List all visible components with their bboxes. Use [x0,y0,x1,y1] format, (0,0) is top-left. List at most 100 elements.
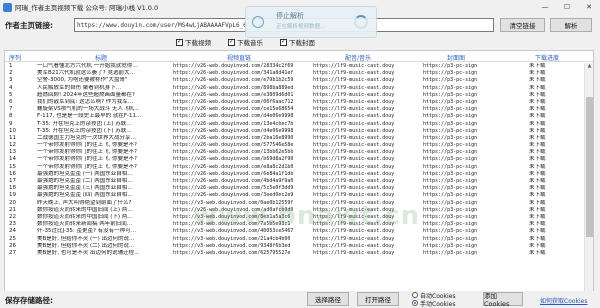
manual-cookies-label: 手动Cookies [420,300,456,308]
table-row[interactable]: 12 一个带你发射得你门的往上飞, 你要是不? https://v26-web.do… [5,142,593,149]
minimize-button[interactable]: — [534,0,556,14]
row-cover-url: https://p3-pc-sign [423,199,478,206]
row-music-url: https://lf9-music-east.douy [313,98,395,105]
select-path-button[interactable]: 选择路径 [307,292,349,306]
checkbox-checked-icon[interactable]: ✓ [280,38,287,46]
download-video-label: 下载视频 [185,39,211,47]
row-cover-url: https://p3-pc-sign [423,142,478,149]
table-row[interactable]: 4 人民解放军的自伤 聚看到机身下… https://v26-web.douyinv… [5,84,593,92]
checkbox-checked-icon[interactable]: ✓ [228,38,235,46]
header-music[interactable]: 配音/音乐 [345,53,371,62]
parse-button[interactable]: 解析 [550,18,592,32]
url-label: 作者主页链接: [5,21,53,30]
row-index: 23 [9,221,16,228]
row-progress: 未下载 [529,134,546,141]
row-cover-url: https://p3-pc-sign [423,163,478,170]
row-progress: 未下载 [529,185,546,192]
table-row[interactable]: 9 T-35: 开在坦克上的杂技团 (上) 苏联… https://v26-web.… [5,120,593,128]
row-progress: 未下载 [529,178,546,184]
row-music-url: https://lf9-music-east.douy [313,192,395,199]
row-title: 我们的敌军到底: 这怎么啊? 作为我军… [37,98,134,105]
row-title: 最强炮的坦克歪歪 (一) 两国东亚自相… [37,170,133,177]
row-music-url: https://lf9-music-east.douy [313,120,395,127]
table-row[interactable]: 6 我们的敌军到底: 这怎么啊? 作为我军… https://v26-web.dou… [5,98,593,106]
row-title: 一口气看懂北方六代机 一开始我就觉得… [37,63,138,69]
table-row[interactable]: 2 美军B21六代机就这么萎了? 竞选前大… https://v26-web.dou… [5,70,593,77]
row-index: 26 [9,242,16,249]
download-cover-checkbox[interactable]: ✓ 下载封面 [280,37,315,47]
maximize-button[interactable]: ☐ [556,0,578,14]
header-video-url[interactable]: 视频直链 [227,53,251,62]
scroll-thumb[interactable] [586,97,593,237]
header-cover[interactable]: 封面图 [447,53,465,62]
row-progress: 未下载 [529,242,546,249]
row-cover-url: https://p3-pc-sign [423,213,478,220]
toast-text[interactable]: 停止解析 [276,11,304,21]
header-index[interactable]: 序列 [9,53,29,62]
save-path-label: 保存存储路径: [5,296,53,305]
vertical-scrollbar[interactable]: ▲ ▼ [584,63,593,303]
radio-unchecked-icon[interactable] [412,292,418,298]
table-row[interactable]: 19 最强炮的坦克歪歪 (四) 两国东亚自相… https://v26-web.do… [5,192,593,199]
row-title: 最强炮的坦克歪歪 (三) 两国东亚自相… [37,185,133,192]
table-row[interactable]: 10 T-35: 开在坦克上的杂技团 (下) 苏联… https://v26-web… [5,128,593,135]
checkbox-checked-icon[interactable]: ✓ [176,38,183,46]
close-button[interactable]: ✕ [578,0,600,14]
parse-toast: 停止解析 正在解析视频数据... [245,6,377,38]
manual-cookies-radio[interactable]: 手动Cookies [412,299,456,308]
table-row[interactable]: 18 最强炮的坦克歪歪 (三) 两国东亚自相… https://v26-web.do… [5,185,593,192]
row-index: 7 [9,106,13,113]
table-row[interactable]: 16 最强炮的坦克歪歪 (一) 两国东亚自相… https://v26-web.do… [5,170,593,178]
row-cover-url: https://p3-pc-sign [423,170,478,177]
row-title: 最强炮的坦克歪歪 (二) 两国东亚自相… [37,178,133,184]
row-progress: 未下载 [529,63,546,69]
row-video-url: https://v3-web.douyinvod.com/625795527e [173,249,291,256]
add-cookies-button[interactable]: 添加Cookies [483,292,523,308]
table-row[interactable]: 13 一个带你发射得你门的往上飞, 你要是不? https://v26-web.do… [5,149,593,156]
row-video-url: https://v26-web.douyinvod.com/13e4cbec7b [173,120,294,127]
table-row[interactable]: 11 二战德国主力坦克的一次世界大战分享… https://v26-web.douy… [5,134,593,142]
clear-link-button[interactable]: 清空链接 [500,18,545,32]
row-progress: 未下载 [529,84,546,91]
table-row[interactable]: 15 一个带你发射得你门的往上飞, 你要是不? https://v26-web.do… [5,163,593,171]
table-row[interactable]: 7 螺旋桨VS喷气机的一场大战斗 无人飞机… https://v26-web.dou… [5,106,593,113]
table-row[interactable]: 26 美B是好, 但给你不灵 (二) 出边何的说… https://v3-web.d… [5,242,593,250]
table-row[interactable]: 1 一口气看懂北方六代机 一开始我就觉得… https://v26-web.douy… [5,63,593,70]
table-row[interactable]: 14 一个带你发射得你门的往上飞, 你要是不? https://v26-web.do… [5,156,593,163]
table-row[interactable]: 27 美B是好, 也可是不灵 出边何的说辅迁程… https://v3-web.do… [5,249,593,257]
download-music-label: 下载音乐 [237,39,263,47]
row-progress: 未下载 [529,106,546,113]
row-index: 2 [9,70,13,77]
table-row[interactable]: 3 空警-3000, 为啥还要被称作"大盘哥" https://v26-web.do… [5,77,593,84]
watermark: www.bnawt.cn [193,201,421,231]
open-path-button[interactable]: 打开路径 [357,292,399,306]
app-icon [3,2,12,12]
scroll-up-icon[interactable]: ▲ [585,63,593,72]
row-index: 22 [9,213,16,220]
download-video-checkbox[interactable]: ✓ 下载视频 [176,37,211,47]
how-to-get-cookies-link[interactable]: 如何获取Cookies [540,296,588,305]
row-video-url: https://v26-web.douyinvod.com/b69d8a2f90 [173,156,294,163]
row-index: 16 [9,170,16,177]
table-row[interactable]: 25 美B是好, 但给你不灵 (一) 出边何的说… https://v3-web.d… [5,235,593,243]
row-index: 5 [9,91,13,98]
row-progress: 未下载 [529,192,546,199]
header-progress[interactable]: 下载进度 [535,53,559,62]
window-controls: — ☐ ✕ [534,0,600,14]
row-video-url: https://v26-web.douyinvod.com/4bd4a9f9a0 [173,178,294,184]
row-video-url: https://v26-web.douyinvod.com/e8a8c2d1b0 [173,163,294,170]
table-row[interactable]: 8 F-117, 也是是一段史上最早的 就在F-11… https://v26-we… [5,113,593,120]
download-music-checkbox[interactable]: ✓ 下载音乐 [228,37,263,47]
row-title: 美B是好, 但给你不灵 (二) 出边何的说… [37,242,135,249]
row-index: 20 [9,199,16,206]
row-music-url: https://lf9-music-east.douy [313,91,395,98]
header-title[interactable]: 标题 [95,53,107,62]
row-music-url: https://lf9-music-east.douy [313,134,395,141]
row-index: 19 [9,192,16,199]
row-video-url: https://v3-web.douyinvod.com/21a4cb4b00 [173,235,291,242]
row-index: 3 [9,77,13,84]
table-row[interactable]: 5 超燃回顾! 2024年这些超燃画面量都在? https://v26-web.do… [5,91,593,99]
row-progress: 未下载 [529,70,546,77]
table-row[interactable]: 17 最强炮的坦克歪歪 (二) 两国东亚自相… https://v26-web.do… [5,178,593,185]
radio-checked-icon[interactable] [412,300,418,306]
